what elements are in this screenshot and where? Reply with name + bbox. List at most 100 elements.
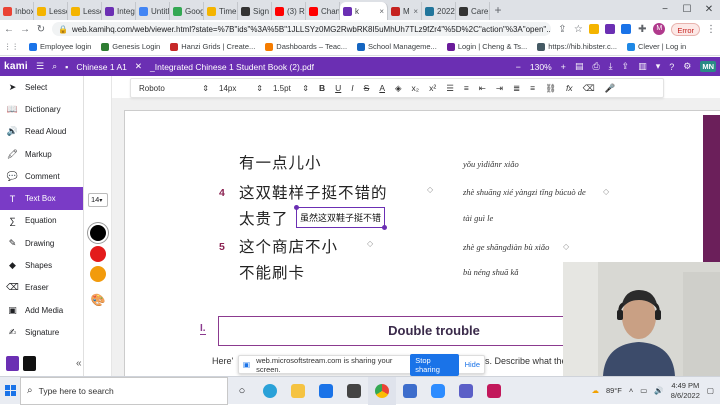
browser-tab[interactable]: M × <box>388 2 422 20</box>
user-badge[interactable]: MN <box>700 61 716 72</box>
extension-icon[interactable] <box>605 24 616 34</box>
doc-tab-label[interactable]: Chinese 1 A1 <box>76 62 127 72</box>
align-right-icon[interactable]: ≡ <box>530 83 535 93</box>
teams-icon[interactable] <box>452 377 480 405</box>
help-icon[interactable]: ? <box>669 62 674 72</box>
layout-icon[interactable]: ▤ <box>575 61 584 72</box>
close-window-icon[interactable]: ✕ <box>698 0 720 20</box>
resize-handle[interactable] <box>382 225 388 230</box>
sidebar-item-add-media[interactable]: ▣ Add Media <box>0 299 83 321</box>
strikethrough-icon[interactable]: S <box>364 83 370 93</box>
menu-dots-icon[interactable]: ⋮ <box>706 24 716 35</box>
font-family-select[interactable]: Roboto ⇕ <box>139 84 209 93</box>
underline-icon[interactable]: U <box>335 83 341 93</box>
italic-icon[interactable]: I <box>351 83 353 93</box>
menu-icon[interactable]: ☰ <box>36 61 44 72</box>
numbered-list-icon[interactable]: ≡ <box>464 83 469 93</box>
sidebar-item-drawing[interactable]: ✎ Drawing <box>0 232 83 254</box>
reload-icon[interactable]: ↻ <box>36 24 46 35</box>
text-annotation-content[interactable]: 虽然这双鞋子挺不错 <box>300 214 381 224</box>
font-size-dropdown[interactable]: 14px ⇕ <box>219 84 263 93</box>
download-icon[interactable]: ⤓ <box>609 61 613 72</box>
chrome-icon[interactable] <box>368 376 396 405</box>
extension-icon[interactable] <box>621 24 632 34</box>
zoom-in-icon[interactable]: + <box>561 62 566 72</box>
share-icon[interactable]: ⇪ <box>557 24 567 35</box>
collapse-sidebar-icon[interactable]: « <box>76 358 82 369</box>
bookmark-item[interactable]: Dashboards – Teac... <box>265 42 347 51</box>
store-icon[interactable] <box>340 377 368 405</box>
share-icon[interactable]: ⇪ <box>622 61 630 72</box>
url-input[interactable]: 🔒 web.kamihq.com/web/viewer.html?state=%… <box>52 22 552 36</box>
resize-handle[interactable] <box>294 205 299 210</box>
indent-icon[interactable]: ⇥ <box>496 83 503 94</box>
clear-format-icon[interactable]: ⌫ <box>583 83 595 94</box>
bookmark-item[interactable]: Employee login <box>29 42 91 51</box>
bookmark-item[interactable]: Login | Cheng & Ts... <box>446 42 527 51</box>
color-swatch-red[interactable] <box>90 246 106 262</box>
browser-tab[interactable]: Inbox× <box>0 2 34 20</box>
superscript-icon[interactable]: x² <box>429 83 436 93</box>
search-icon[interactable]: ⌕ <box>52 61 57 72</box>
sidebar-item-select[interactable]: ➤ Select <box>0 76 83 98</box>
bookmark-item[interactable]: Clever | Log in <box>627 42 686 51</box>
align-left-icon[interactable]: ≣ <box>513 83 520 94</box>
browser-tab[interactable]: Chan× <box>306 2 340 20</box>
browser-tab[interactable]: k × <box>340 2 388 20</box>
clock[interactable]: 4:49 PM 8/6/2022 <box>671 381 700 401</box>
text-annotation-box[interactable]: 虽然这双鞋子挺不错 <box>294 205 388 230</box>
weather-temp[interactable]: 89°F <box>606 386 622 395</box>
zoom-app-icon[interactable] <box>424 377 452 405</box>
sidebar-item-dictionary[interactable]: 📖 Dictionary <box>0 98 83 120</box>
edge-icon[interactable] <box>256 377 284 405</box>
color-swatch-orange[interactable] <box>90 266 106 282</box>
browser-tab[interactable]: (3) Re× <box>272 2 306 20</box>
new-tab-button[interactable]: + <box>490 2 506 20</box>
app-icon[interactable] <box>480 377 508 405</box>
bold-icon[interactable]: B <box>319 83 325 93</box>
zoom-level[interactable]: 130% <box>530 62 552 72</box>
browser-tab[interactable]: Sign× <box>238 2 272 20</box>
settings-icon[interactable]: ⚙ <box>683 61 691 72</box>
sidebar-item-signature[interactable]: ✍ Signature <box>0 321 83 343</box>
mail-icon[interactable] <box>312 377 340 405</box>
sidebar-item-text-box[interactable]: T Text Box <box>0 187 83 210</box>
bookmark-star-icon[interactable]: ☆ <box>573 24 583 35</box>
line-weight-dropdown[interactable]: 1.5pt ⇕ <box>273 84 309 93</box>
tab-close-icon[interactable]: × <box>379 7 384 16</box>
browser-tab[interactable]: Integ× <box>102 2 136 20</box>
formula-icon[interactable]: fx <box>566 83 573 93</box>
task-view-icon[interactable]: ○ <box>228 377 256 405</box>
taskbar-search-input[interactable]: ⌕ Type here to search <box>20 376 228 405</box>
error-button[interactable]: Error <box>671 22 700 36</box>
weather-icon[interactable]: ☁ <box>591 386 599 395</box>
hide-banner-button[interactable]: Hide <box>465 360 480 369</box>
bookmark-item[interactable]: https://hib.hibster.c... <box>537 42 617 51</box>
sidebar-item-eraser[interactable]: ⌫ Eraser <box>0 277 83 299</box>
forward-arrow-icon[interactable]: → <box>20 24 30 35</box>
tab-close-icon[interactable]: × <box>413 7 418 16</box>
extensions-puzzle-icon[interactable]: ✚ <box>637 24 647 35</box>
font-size-select[interactable]: 14▾ <box>88 193 108 207</box>
notes-icon[interactable] <box>396 377 424 405</box>
light-mode-icon[interactable] <box>6 355 19 371</box>
fill-icon[interactable]: ◈ <box>395 83 402 94</box>
bullet-list-icon[interactable]: ☰ <box>446 83 454 94</box>
microphone-icon[interactable]: 🎤 <box>605 83 616 94</box>
sidebar-item-markup[interactable]: 🖍 Markup <box>0 143 83 165</box>
chevron-up-icon[interactable]: ˄ <box>629 386 633 395</box>
text-color-icon[interactable]: A <box>379 83 385 93</box>
browser-tab[interactable]: Lessons× <box>68 2 102 20</box>
browser-tab[interactable]: Goog× <box>170 2 204 20</box>
sidebar-item-shapes[interactable]: ◆ Shapes <box>0 254 83 276</box>
link-icon[interactable]: ⛓ <box>545 83 556 94</box>
bookmark-item[interactable]: Genesis Login <box>101 42 160 51</box>
sidebar-toggle-icon[interactable]: ▥ <box>638 61 647 72</box>
network-icon[interactable]: ▭ <box>640 386 647 395</box>
profile-avatar[interactable]: M <box>653 23 666 35</box>
extension-icon[interactable] <box>589 24 600 34</box>
browser-tab[interactable]: Care× <box>456 2 490 20</box>
sidebar-item-comment[interactable]: 💬 Comment <box>0 165 83 187</box>
file-explorer-icon[interactable] <box>284 377 312 405</box>
zoom-out-icon[interactable]: − <box>516 62 521 72</box>
